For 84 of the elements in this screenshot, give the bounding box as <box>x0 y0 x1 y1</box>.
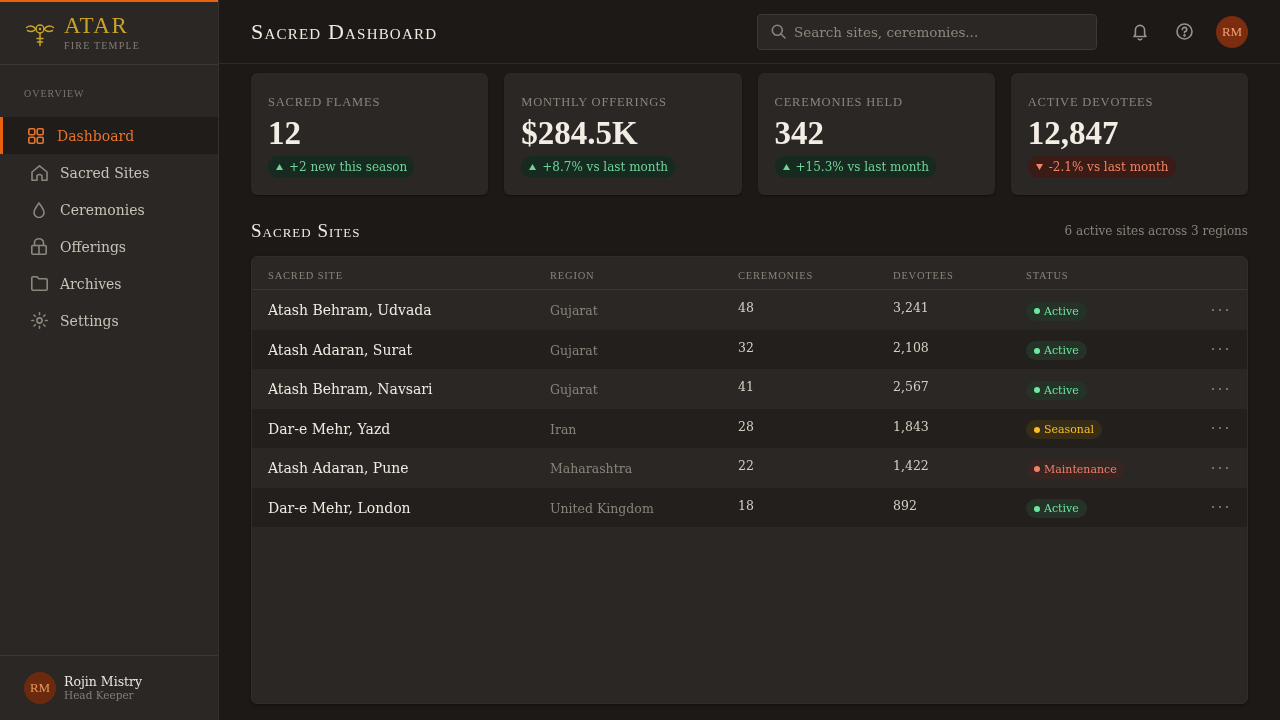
region-cell: United Kingdom <box>550 500 654 516</box>
bag-icon <box>31 238 47 255</box>
drop-icon <box>33 201 45 218</box>
status-label: Active <box>1044 344 1079 357</box>
site-name: Atash Adaran, Surat <box>268 341 413 358</box>
trend-text: -2.1% vs last month <box>1048 160 1169 174</box>
ceremonies-cell: 48 <box>738 300 754 316</box>
user-name: Rojin Mistry <box>64 674 143 689</box>
site-name: Atash Adaran, Pune <box>268 460 409 477</box>
sidebar-nav-item[interactable]: Sacred Sites <box>0 154 218 191</box>
more-icon <box>1211 426 1229 431</box>
ceremonies-cell: 32 <box>738 339 754 355</box>
section-summary: 6 active sites across 3 regions <box>1064 224 1248 238</box>
up-triangle-icon <box>276 164 283 170</box>
region-cell: Gujarat <box>550 382 598 398</box>
status-label: Maintenance <box>1044 462 1117 476</box>
page-title: Sacred Dashboard <box>251 18 439 45</box>
stat-label: MONTHLY OFFERINGS <box>521 94 667 110</box>
sidebar-nav-item[interactable]: Settings <box>0 302 218 339</box>
user-avatar[interactable]: RM <box>24 672 56 704</box>
site-name: Dar-e Mehr, London <box>268 499 411 516</box>
brand-tagline: FIRE TEMPLE <box>64 38 141 53</box>
more-icon <box>1211 307 1229 312</box>
devotees-cell: 892 <box>893 497 917 513</box>
help-button[interactable] <box>1174 21 1194 42</box>
down-triangle-icon <box>1035 164 1043 170</box>
region-cell: Gujarat <box>550 342 598 358</box>
region-cell: Maharashtra <box>550 461 633 477</box>
trend-text: +2 new this season <box>289 160 408 174</box>
column-header: CEREMONIES <box>738 269 814 281</box>
devotees-cell: 2,567 <box>893 379 929 395</box>
brand-name: ATAR <box>64 13 130 38</box>
devotees-cell: 2,108 <box>893 339 929 355</box>
more-icon <box>1211 347 1229 352</box>
stat-value: 12,847 <box>1027 115 1119 151</box>
user-role: Head Keeper <box>64 689 135 702</box>
sidebar-nav-item[interactable]: Archives <box>0 265 218 302</box>
column-header: DEVOTEES <box>893 269 954 281</box>
bell-icon <box>1132 22 1148 41</box>
status-label: Active <box>1044 502 1079 515</box>
ceremonies-cell: 22 <box>738 458 754 474</box>
site-name: Atash Behram, Udvada <box>268 302 432 319</box>
house-icon <box>30 164 48 181</box>
folder-icon <box>30 276 48 291</box>
sidebar-nav-item[interactable]: Offerings <box>0 228 218 265</box>
stat-value: 12 <box>268 115 301 151</box>
user-avatar[interactable]: RM <box>1216 15 1248 48</box>
up-triangle-icon <box>529 164 537 170</box>
column-header: STATUS <box>1026 269 1069 281</box>
more-icon <box>1211 465 1229 470</box>
site-name: Atash Behram, Navsari <box>268 381 433 398</box>
grid-icon <box>28 127 44 144</box>
site-name: Dar-e Mehr, Yazd <box>268 420 391 437</box>
stat-value: $284.5K <box>521 115 638 151</box>
status-label: Active <box>1044 304 1079 318</box>
ceremonies-cell: 18 <box>738 497 754 513</box>
search-field[interactable]: Search sites, ceremonies... <box>757 13 1097 50</box>
trend-text: +8.7% vs last month <box>542 160 669 174</box>
devotees-cell: 1,843 <box>893 418 929 434</box>
status-label: Seasonal <box>1044 423 1095 436</box>
devotees-cell: 1,422 <box>893 458 929 474</box>
stat-label: SACRED FLAMES <box>268 94 381 110</box>
section-title: Sacred Sites <box>251 220 361 242</box>
region-cell: Iran <box>550 421 577 437</box>
search-icon <box>771 24 786 39</box>
sidebar-nav-item[interactable]: Dashboard <box>0 117 218 154</box>
sidebar-nav-item[interactable]: Ceremonies <box>0 191 218 228</box>
status-label: Active <box>1044 383 1079 397</box>
stat-label: ACTIVE DEVOTEES <box>1027 94 1154 110</box>
more-icon <box>1211 386 1229 391</box>
settings-icon <box>30 312 48 329</box>
stat-label: CEREMONIES HELD <box>774 94 903 110</box>
stat-value: 342 <box>774 115 824 151</box>
ceremonies-cell: 41 <box>738 379 754 395</box>
up-triangle-icon <box>782 164 790 170</box>
column-header: SACRED SITE <box>268 269 343 281</box>
section-label: OVERVIEW <box>24 88 85 99</box>
help-icon <box>1175 23 1193 40</box>
more-icon <box>1211 505 1229 510</box>
devotees-cell: 3,241 <box>893 300 929 316</box>
region-cell: Gujarat <box>550 303 598 319</box>
column-header: REGION <box>550 269 595 281</box>
trend-text: +15.3% vs last month <box>795 160 929 174</box>
ceremonies-cell: 28 <box>738 418 754 434</box>
